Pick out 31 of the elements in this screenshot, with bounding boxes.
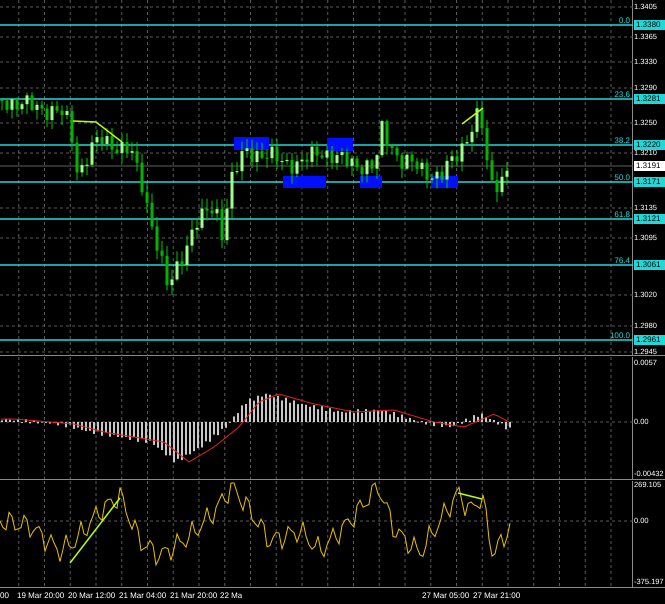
time-axis-label: 21 Mar 04:00 [119,591,166,601]
fibonacci-level-label: 76.4 [614,256,630,265]
fibonacci-price-tag: 1.3121 [634,214,665,224]
fibonacci-price-tag: 1.2961 [634,335,665,345]
zone-marker [234,137,269,150]
fibonacci-level-label: 61.8 [614,210,630,219]
time-axis-label: 27 Mar 05:00 [422,591,470,601]
time-axis-label: 21 Mar 20:00 [170,591,218,601]
fibonacci-price-tag: 1.3380 [634,20,665,30]
current-price-tag: 1.3191 [634,161,665,171]
zone-marker [360,176,382,188]
zone-marker [327,138,353,151]
trend-line [69,498,121,564]
fibonacci-level-label: 100.0 [610,331,630,340]
trend-line [462,107,484,125]
fibonacci-level-label: 0.0 [618,16,630,25]
trend-line [72,120,122,143]
time-axis-label: 22 Ma [220,591,242,601]
time-axis-label: 20 Mar 12:00 [68,591,116,601]
fibonacci-price-tag: 1.3281 [634,94,665,104]
fibonacci-price-tag: 1.3061 [634,260,665,270]
time-axis-label: 27 Mar 21:00 [473,591,520,601]
trend-line [458,492,482,500]
fibonacci-price-tag: 1.3220 [634,140,665,150]
time-axis-label: 00 [0,591,9,601]
fibonacci-level-label: 38.2 [614,136,630,145]
fibonacci-price-tag: 1.3171 [634,177,665,187]
zone-marker [283,176,326,188]
time-axis-label: 19 Mar 20:00 [17,591,64,601]
fibonacci-level-label: 23.6 [614,90,630,99]
fibonacci-level-label: 50.0 [614,173,630,182]
